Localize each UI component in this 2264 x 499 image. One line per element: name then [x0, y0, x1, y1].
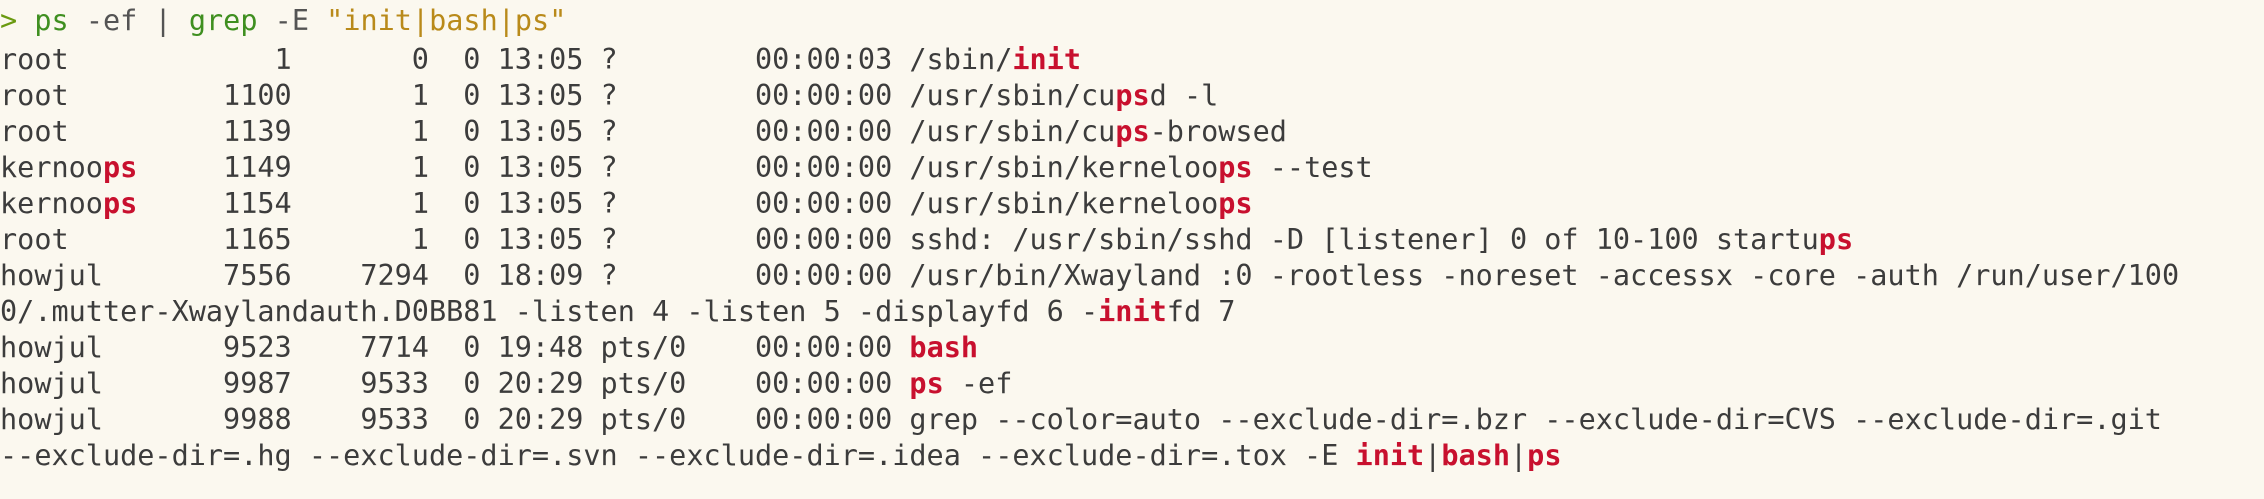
- output-line: howjul 7556 7294 0 18:09 ? 00:00:00 /usr…: [0, 258, 2264, 294]
- output-text: |: [1509, 439, 1528, 472]
- output-text: root 1165 1 0 13:05 ? 00:00:00 sshd: /us…: [0, 223, 1819, 256]
- terminal-window[interactable]: > ps -ef | grep -E "init|bash|ps" root 1…: [0, 3, 2264, 499]
- output-line: kernoops 1149 1 0 13:05 ? 00:00:00 /usr/…: [0, 150, 2264, 186]
- match-highlight: ps: [1115, 115, 1150, 148]
- output-text: -ef: [943, 367, 1013, 400]
- match-highlight: ps: [1218, 151, 1253, 184]
- output-text: fd 7: [1166, 295, 1236, 328]
- command-output: root 1 0 0 13:05 ? 00:00:03 /sbin/init ro…: [0, 42, 2264, 474]
- match-highlight: ps: [1818, 223, 1854, 256]
- output-text: kernoo: [0, 187, 103, 220]
- command-line: > ps -ef | grep -E "init|bash|ps": [0, 3, 2264, 39]
- output-text: howjul 9523 7714 0 19:48 pts/0 00:00:00: [0, 331, 910, 364]
- match-highlight: ps: [1218, 187, 1253, 220]
- output-text: -browsed: [1149, 115, 1287, 148]
- output-text: d -l: [1149, 79, 1219, 112]
- output-text: 0/.mutter-Xwaylandauth.D0BB81 -listen 4 …: [0, 295, 1099, 328]
- match-highlight: ps: [1527, 439, 1562, 472]
- match-highlight: ps: [1115, 79, 1150, 112]
- output-line: howjul 9523 7714 0 19:48 pts/0 00:00:00 …: [0, 330, 2264, 366]
- output-text: |: [1424, 439, 1442, 472]
- output-line: root 1165 1 0 13:05 ? 00:00:00 sshd: /us…: [0, 222, 2264, 258]
- match-highlight: bash: [909, 331, 979, 364]
- match-highlight: ps: [102, 187, 138, 220]
- command-program: ps: [34, 4, 69, 37]
- match-highlight: init: [1098, 295, 1167, 328]
- output-line: root 1139 1 0 13:05 ? 00:00:00 /usr/sbin…: [0, 114, 2264, 150]
- match-highlight: init: [1012, 43, 1081, 76]
- pipe-symbol: |: [154, 4, 172, 37]
- output-text: root 1100 1 0 13:05 ? 00:00:00 /usr/sbin…: [0, 79, 1116, 112]
- output-text: root 1 0 0 13:05 ? 00:00:03 /sbin/: [0, 43, 1013, 76]
- output-text: --test: [1252, 151, 1373, 184]
- match-highlight: ps: [909, 367, 944, 400]
- output-line: root 1 0 0 13:05 ? 00:00:03 /sbin/init: [0, 42, 2264, 78]
- filter-flag: -E: [274, 4, 309, 37]
- output-line: kernoops 1154 1 0 13:05 ? 00:00:00 /usr/…: [0, 186, 2264, 222]
- filter-pattern: "init|bash|ps": [326, 4, 567, 37]
- output-line: 0/.mutter-Xwaylandauth.D0BB81 -listen 4 …: [0, 294, 2264, 330]
- command-args: -ef: [85, 4, 138, 37]
- output-text: howjul 9988 9533 0 20:29 pts/0 00:00:00 …: [0, 403, 2162, 436]
- output-text: kernoo: [0, 151, 103, 184]
- match-highlight: bash: [1441, 439, 1510, 472]
- output-text: 1154 1 0 13:05 ? 00:00:00 /usr/sbin/kern…: [137, 187, 1219, 220]
- output-text: root 1139 1 0 13:05 ? 00:00:00 /usr/sbin…: [0, 115, 1116, 148]
- output-text: 1149 1 0 13:05 ? 00:00:00 /usr/sbin/kern…: [137, 151, 1219, 184]
- output-line: --exclude-dir=.hg --exclude-dir=.svn --e…: [0, 438, 2264, 474]
- output-text: howjul 9987 9533 0 20:29 pts/0 00:00:00: [0, 367, 910, 400]
- match-highlight: init: [1355, 439, 1425, 472]
- output-line: howjul 9988 9533 0 20:29 pts/0 00:00:00 …: [0, 402, 2264, 438]
- match-highlight: ps: [102, 151, 138, 184]
- filter-program: grep: [188, 4, 258, 37]
- output-text: --exclude-dir=.hg --exclude-dir=.svn --e…: [0, 439, 1356, 472]
- output-line: howjul 9987 9533 0 20:29 pts/0 00:00:00 …: [0, 366, 2264, 402]
- output-line: root 1100 1 0 13:05 ? 00:00:00 /usr/sbin…: [0, 78, 2264, 114]
- prompt-symbol: >: [0, 4, 18, 37]
- output-text: howjul 7556 7294 0 18:09 ? 00:00:00 /usr…: [0, 259, 2180, 292]
